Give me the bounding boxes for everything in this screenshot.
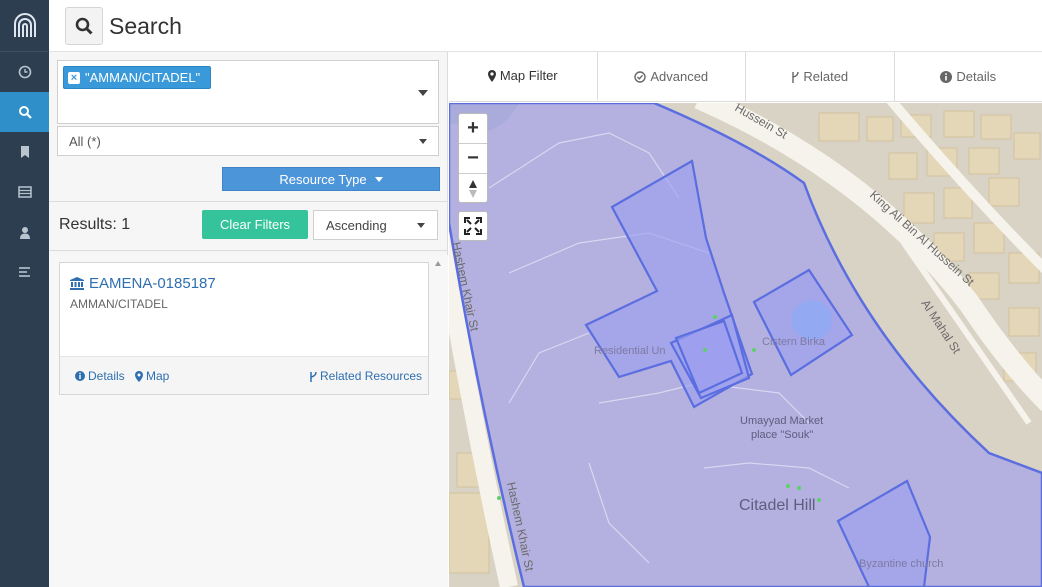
result-related-label: Related Resources — [320, 369, 423, 383]
nav-rail — [0, 0, 49, 587]
app-logo-icon[interactable] — [0, 0, 49, 52]
search-tabs: Map Filter Advanced Related Details — [449, 52, 1042, 102]
tab-label: Related — [803, 69, 849, 84]
scroll-up-arrow-icon[interactable] — [435, 261, 441, 266]
fullscreen-icon — [464, 217, 482, 235]
result-map-link[interactable]: Map — [135, 369, 169, 383]
fullscreen-button[interactable] — [458, 211, 488, 241]
nav-list-icon[interactable] — [0, 172, 49, 212]
search-filter-panel: × "AMMAN/CITADEL" All (*) Resource Type … — [49, 52, 448, 587]
fork-icon — [792, 71, 800, 83]
search-term-input[interactable]: × "AMMAN/CITADEL" — [57, 60, 439, 124]
tab-related[interactable]: Related — [746, 52, 895, 101]
term-dropdown-caret-icon[interactable] — [418, 90, 428, 96]
result-title-link[interactable]: EAMENA-0185187 — [70, 275, 216, 292]
nav-menu-icon[interactable] — [0, 252, 49, 292]
tab-advanced[interactable]: Advanced — [598, 52, 746, 101]
result-details-link[interactable]: Details — [75, 369, 125, 383]
resource-type-label: Resource Type — [279, 171, 367, 187]
reset-north-button[interactable] — [459, 174, 487, 204]
search-term-tag: × "AMMAN/CITADEL" — [63, 66, 212, 89]
sort-order-select[interactable]: Ascending — [313, 210, 438, 240]
map-canvas: Hussein St King Ali Bin Al Hussein St Ha… — [449, 103, 1042, 587]
compass-icon — [469, 180, 477, 198]
nav-user-icon[interactable] — [0, 212, 49, 252]
nav-search-icon[interactable] — [0, 92, 49, 132]
tab-details[interactable]: Details — [895, 52, 1042, 101]
nav-clock-icon[interactable] — [0, 52, 49, 92]
results-list: EAMENA-0185187 AMMAN/CITADEL Details Map… — [49, 255, 448, 587]
results-count: Results: 1 — [59, 216, 131, 233]
map-label-place: Residential Un — [594, 345, 666, 357]
tab-label: Advanced — [650, 69, 709, 84]
divider — [49, 201, 448, 202]
search-term-text: "AMMAN/CITADEL" — [85, 70, 201, 85]
header-search-button[interactable] — [65, 7, 103, 45]
chevron-down-icon — [417, 223, 425, 228]
resource-type-button[interactable]: Resource Type — [222, 167, 440, 191]
institution-icon — [70, 277, 84, 290]
fork-icon — [310, 371, 317, 382]
zoom-out-button[interactable]: − — [459, 144, 487, 174]
remove-term-icon[interactable]: × — [68, 72, 80, 84]
chevron-down-icon — [419, 139, 427, 144]
map-view[interactable]: Hussein St King Ali Bin Al Hussein St Ha… — [449, 103, 1042, 587]
result-actions: Details Map Related Resources — [60, 356, 428, 394]
page-title: Search — [109, 13, 182, 39]
info-icon — [75, 371, 85, 381]
map-label-place: place "Souk" — [751, 429, 813, 441]
map-marker-icon — [487, 69, 496, 82]
zoom-in-button[interactable]: + — [459, 114, 487, 144]
result-card: EAMENA-0185187 AMMAN/CITADEL Details Map… — [59, 262, 429, 395]
result-details-label: Details — [88, 369, 125, 383]
map-label-place: Citadel Hill — [739, 497, 815, 514]
map-marker-icon — [135, 370, 143, 382]
result-map-label: Map — [146, 369, 170, 383]
scope-select-value: All (*) — [69, 134, 101, 149]
info-icon — [940, 70, 953, 83]
tab-label: Details — [956, 69, 997, 84]
result-related-link[interactable]: Related Resources — [309, 369, 422, 383]
tab-map-filter[interactable]: Map Filter — [449, 52, 598, 101]
result-title: EAMENA-0185187 — [89, 275, 216, 292]
page-header: Search — [49, 0, 1042, 52]
tab-label: Map Filter — [499, 68, 558, 83]
map-label-place: Byzantine church — [859, 558, 943, 570]
nav-bookmark-icon[interactable] — [0, 132, 49, 172]
search-icon — [75, 17, 93, 35]
scope-select[interactable]: All (*) — [57, 126, 439, 156]
app-root: Search × "AMMAN/CITADEL" All (*) Resourc… — [0, 0, 1042, 587]
sort-order-value: Ascending — [326, 218, 387, 233]
caret-down-icon — [374, 176, 383, 182]
map-zoom-controls: + − — [458, 113, 488, 203]
map-label-place: Umayyad Market — [740, 415, 823, 427]
clear-filters-button[interactable]: Clear Filters — [202, 210, 308, 239]
result-subtitle: AMMAN/CITADEL — [70, 297, 168, 311]
map-label-place: Cistern Birka — [762, 336, 826, 348]
divider — [49, 250, 448, 251]
check-circle-icon — [634, 70, 647, 83]
